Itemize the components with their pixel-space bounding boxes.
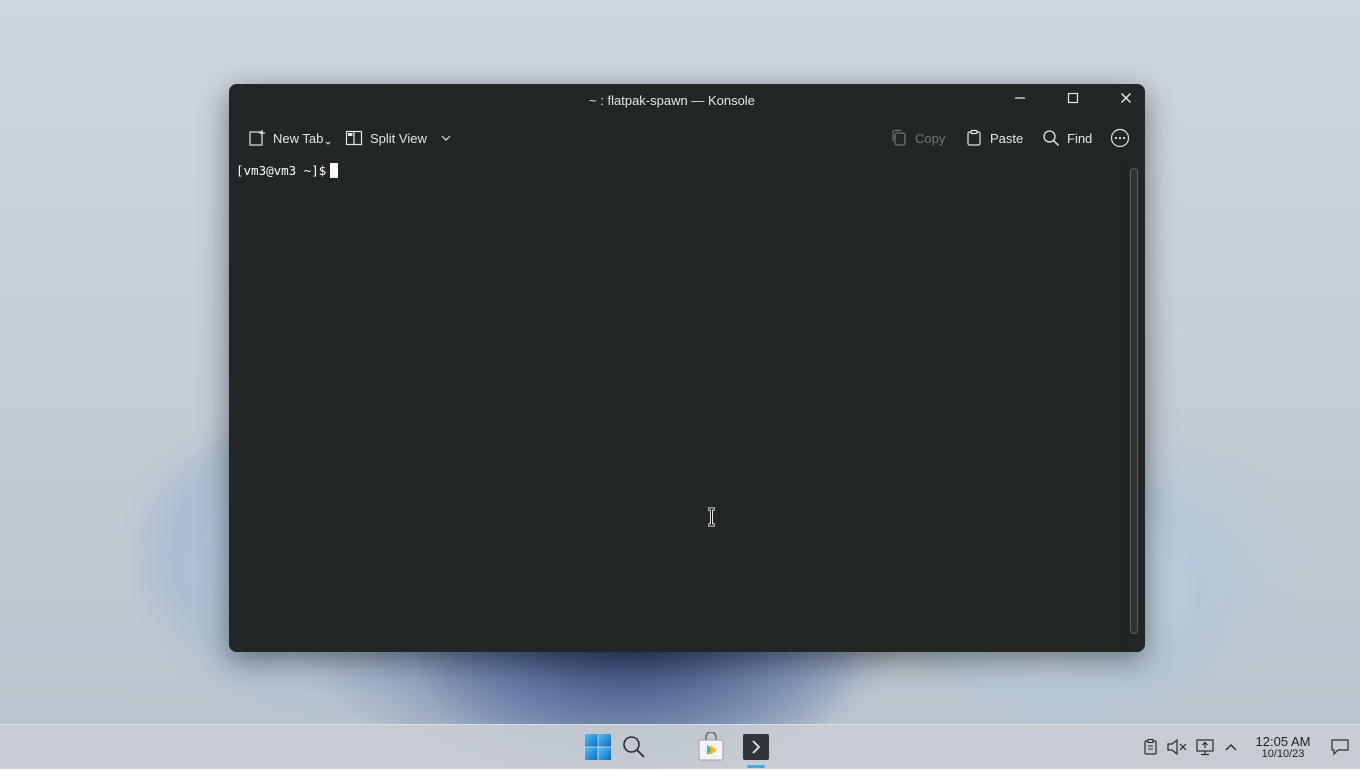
clipboard-tray-button[interactable] (1141, 737, 1161, 757)
volume-muted-icon (1167, 738, 1187, 756)
more-menu-button[interactable] (1110, 125, 1130, 151)
scrollbar[interactable] (1122, 158, 1145, 652)
close-icon (1120, 92, 1132, 104)
maximize-icon (1067, 92, 1079, 104)
copy-icon (892, 129, 906, 146)
scrollbar-thumb[interactable] (1130, 168, 1138, 634)
split-view-button[interactable]: Split View (345, 125, 452, 151)
search-icon (1043, 130, 1059, 146)
search-button[interactable] (618, 731, 650, 763)
more-options-icon (1110, 128, 1130, 148)
find-label: Find (1067, 130, 1093, 146)
split-view-icon (345, 130, 363, 146)
notification-icon (1331, 739, 1349, 756)
new-tab-button[interactable]: New Tab (248, 125, 331, 151)
shell-prompt: [vm3@vm3 ~]$ (236, 163, 339, 178)
search-icon (623, 736, 645, 758)
window-title: ~ : flatpak-spawn — Konsole (589, 93, 755, 108)
terminal-area[interactable]: [vm3@vm3 ~]$ (229, 158, 1122, 652)
volume-tray-button[interactable] (1166, 737, 1188, 757)
start-menu-icon (585, 734, 611, 760)
find-button[interactable]: Find (1042, 125, 1092, 151)
start-menu-button[interactable] (582, 731, 614, 763)
new-tab-icon (249, 130, 265, 146)
close-button[interactable] (1099, 84, 1145, 112)
clock-date: 10/10/23 (1261, 748, 1305, 760)
network-tray-button[interactable] (1194, 737, 1216, 757)
paste-label: Paste (990, 130, 1024, 146)
clipboard-icon (1144, 738, 1157, 755)
paste-icon (967, 129, 981, 146)
store-icon (698, 732, 724, 761)
expand-tray-button[interactable] (1221, 737, 1241, 757)
minimize-button[interactable] (993, 84, 1047, 112)
minimize-icon (1015, 97, 1025, 99)
copy-label: Copy (915, 130, 946, 146)
expand-tray-icon (1225, 744, 1237, 751)
ibeam-cursor-icon (708, 507, 715, 527)
chevron-down-icon (325, 141, 331, 145)
store-app-button[interactable] (694, 730, 728, 764)
taskbar: 12:05 AM 10/10/23 (0, 724, 1360, 769)
text-cursor (330, 163, 339, 178)
title-bar[interactable]: ~ : flatpak-spawn — Konsole (229, 84, 1145, 118)
paste-button[interactable]: Paste (965, 125, 1023, 151)
copy-button[interactable]: Copy (890, 125, 945, 151)
konsole-window: ~ : flatpak-spawn — Konsole New Tab Spli… (229, 84, 1145, 652)
prompt-text: [vm3@vm3 ~]$ (236, 163, 327, 178)
chevron-down-icon[interactable] (440, 132, 452, 144)
toolbar: New Tab Split View Copy Paste Find (229, 118, 1145, 158)
split-view-label: Split View (370, 130, 427, 146)
new-tab-label: New Tab (273, 130, 324, 146)
notifications-button[interactable] (1329, 737, 1351, 757)
konsole-app-button[interactable] (740, 731, 772, 763)
network-icon (1196, 739, 1214, 756)
clock-time: 12:05 AM (1255, 734, 1311, 749)
terminal-icon (743, 734, 769, 760)
maximize-button[interactable] (1046, 84, 1100, 112)
